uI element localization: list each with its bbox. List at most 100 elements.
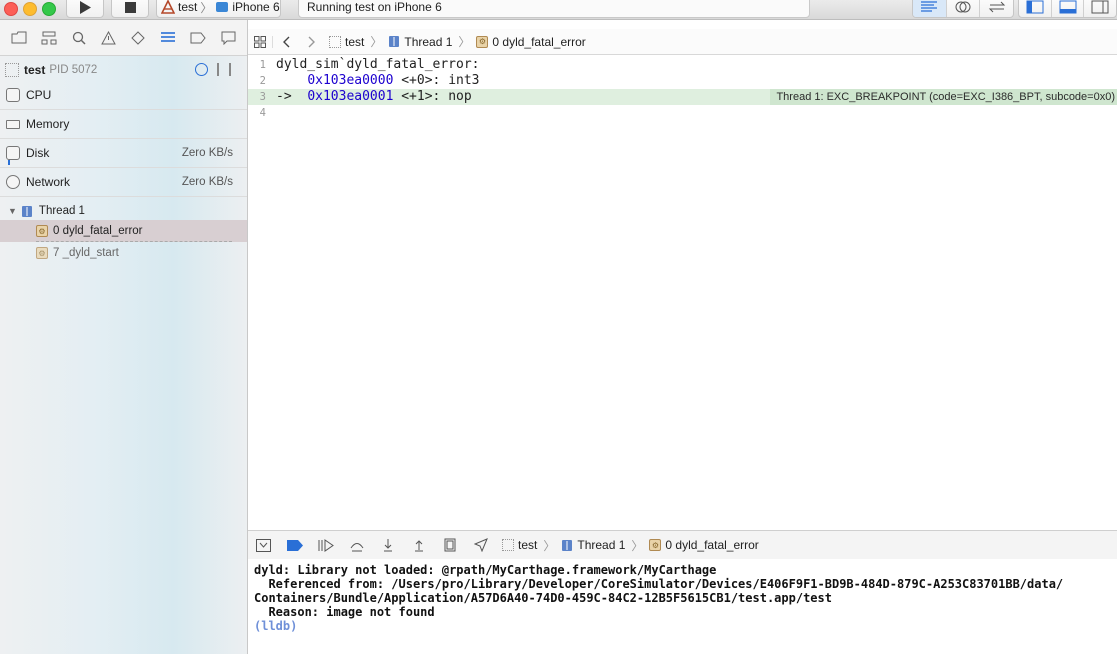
stack-frame-row[interactable]: ⚙ 0 dyld_fatal_error [0,220,247,242]
debug-view-hierarchy-button[interactable] [434,535,465,555]
editor-jump-bar: test 〉 Thread 1 〉 ⚙ 0 dyld_fatal_error [248,29,1117,55]
stack-frame-row[interactable]: ⚙ 7 _dyld_start [0,242,247,264]
instruction-text: <+0>: int3 [393,73,480,88]
standard-editor-button[interactable] [913,0,947,17]
assistant-editor-icon [955,1,971,13]
app-icon [329,35,341,48]
step-out-button[interactable] [403,535,434,555]
activity-status-text: Running test on iPhone 6 [307,0,442,14]
debug-crumb-process[interactable]: test [502,538,537,552]
standard-editor-icon [921,1,938,12]
network-globe-icon [6,175,20,189]
jump-crumb-thread[interactable]: Thread 1 [388,35,452,49]
hide-debug-area-button[interactable] [248,535,279,555]
navigator-selector-bar [0,20,247,56]
jump-crumb-process[interactable]: test [329,35,364,49]
breakpoint-navigator-tab[interactable] [189,29,207,47]
activity-viewer: Running test on iPhone 6 [298,0,810,18]
disk-gauge-row[interactable]: Disk Zero KB/s [0,139,247,168]
location-arrow-icon [473,538,488,552]
breakpoint-icon [286,539,303,551]
network-gauge-row[interactable]: Network Zero KB/s [0,168,247,197]
breakpoint-icon [190,32,206,43]
grid-icon [254,35,266,48]
close-window-button[interactable] [4,2,18,16]
stop-button[interactable] [111,0,149,18]
thread-label: Thread 1 [38,205,85,217]
app-icon [502,539,514,551]
chevron-left-icon [283,36,290,47]
go-forward-button[interactable] [299,36,325,48]
thread-row[interactable]: ▼ Thread 1 [0,200,247,222]
disk-activity-bar [8,160,10,165]
go-back-button[interactable] [272,35,299,48]
hierarchy-icon [41,31,57,44]
related-items-button[interactable] [248,35,272,48]
debug-list-icon [161,32,176,42]
cpu-gauge-row[interactable]: CPU [0,81,247,110]
project-navigator-tab[interactable] [10,29,28,47]
step-over-icon [350,542,363,551]
debug-panel-icon [1059,0,1076,14]
continue-button[interactable] [310,535,341,555]
toggle-debug-area-button[interactable] [1052,0,1085,17]
version-editor-button[interactable] [980,0,1013,17]
test-navigator-tab[interactable] [129,29,147,47]
toggle-utilities-button[interactable] [1084,0,1116,17]
zoom-window-button[interactable] [42,2,56,16]
toggle-navigator-button[interactable] [1019,0,1052,17]
program-counter-arrow: -> [276,89,308,104]
code-text: dyld_sim`dyld_fatal_error: [276,57,480,72]
minimize-window-button[interactable] [23,2,37,16]
lldb-prompt[interactable]: (lldb) [254,619,1111,633]
report-navigator-tab[interactable] [219,29,237,47]
hide-panel-icon [256,538,271,552]
debug-crumb-thread[interactable]: Thread 1 [561,538,625,552]
run-button[interactable] [66,0,104,18]
find-navigator-tab[interactable] [70,29,88,47]
cpu-label: CPU [26,88,52,102]
debug-navigator-tab[interactable] [159,29,177,47]
debug-bar: test 〉 Thread 1 〉 ⚙ 0 dyld_fatal_error [248,530,1117,560]
process-header[interactable]: test PID 5072 [0,60,247,80]
breakpoint-annotation[interactable]: Thread 1: EXC_BREAKPOINT (code=EXC_I386_… [770,89,1117,105]
console-line: dyld: Library not loaded: @rpath/MyCarth… [254,563,717,577]
network-value: Zero KB/s [181,176,233,188]
process-name: test [24,63,46,77]
gauge-status-icon[interactable] [195,63,208,76]
frame-label: 0 dyld_fatal_error [53,225,143,237]
memory-gauge-row[interactable]: Memory [0,110,247,139]
app-icon [5,63,19,77]
continue-icon [318,538,334,552]
step-over-button[interactable] [341,535,372,555]
breakpoints-toggle-button[interactable] [279,535,310,555]
window-toolbar: test 〉 iPhone 6 Running test on iPhone 6 [0,0,1117,20]
assistant-editor-button[interactable] [947,0,981,17]
thread-filter-icon[interactable] [217,63,231,76]
console-line: Reason: image not found [254,605,435,619]
debug-crumb-label: test [518,538,538,552]
disk-value: Zero KB/s [181,147,233,159]
scheme-selector[interactable]: test 〉 iPhone 6 [156,0,281,18]
version-editor-icon [988,1,1005,13]
issue-navigator-tab[interactable] [100,29,118,47]
memory-icon [6,119,20,129]
jump-crumb-frame[interactable]: ⚙ 0 dyld_fatal_error [476,35,586,49]
step-into-button[interactable] [372,535,403,555]
process-pid: PID 5072 [49,64,98,76]
disclosure-triangle-icon[interactable]: ▼ [8,206,17,216]
thread-icon [21,205,32,217]
disk-label: Disk [26,146,50,160]
symbol-navigator-tab[interactable] [40,29,58,47]
view-toggle-control [1018,0,1117,18]
chevron-right-icon: 〉 [631,538,644,553]
instruction-address: 0x103ea0001 [307,89,394,104]
simulate-location-button[interactable] [465,535,496,555]
line-number: 4 [259,107,266,119]
frame-icon: ⚙ [476,35,489,48]
debug-console[interactable]: dyld: Library not loaded: @rpath/MyCarth… [248,559,1117,654]
view-hierarchy-icon [444,538,455,552]
disassembly-editor[interactable]: 1 dyld_sim`dyld_fatal_error: 2 0x103ea00… [248,55,1117,528]
debug-crumb-frame[interactable]: ⚙ 0 dyld_fatal_error [649,538,759,552]
